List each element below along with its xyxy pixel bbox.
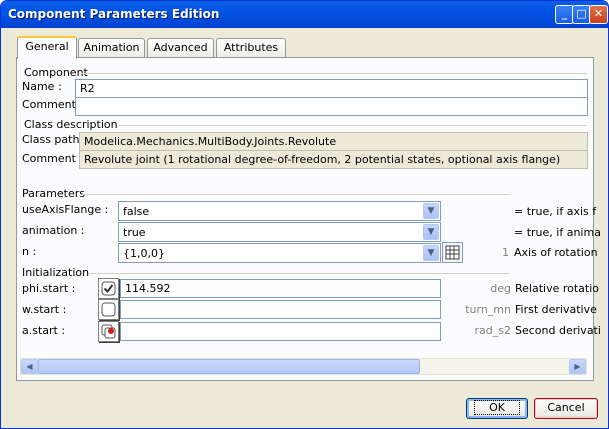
init-unit: deg [490, 282, 511, 295]
param-description: Axis of rotation [514, 246, 598, 259]
init-description: Second derivati [515, 324, 601, 337]
window-title: Component Parameters Edition [8, 7, 220, 21]
init-label: a.start : [22, 324, 66, 337]
tab-general[interactable]: General [17, 36, 77, 59]
class-path-label: Class path : [22, 133, 87, 146]
param-label: animation : [22, 224, 85, 237]
scroll-left-icon[interactable]: ◀ [21, 359, 38, 374]
n-select[interactable]: {1,0,0} ▼ [118, 243, 441, 263]
unchecked-icon[interactable] [98, 299, 119, 320]
tab-animation[interactable]: Animation [78, 38, 145, 58]
dropdown-arrow-icon[interactable]: ▼ [423, 245, 439, 261]
class-comment-field: Revolute joint (1 rotational degree-of-f… [79, 150, 588, 169]
comment-input[interactable] [75, 97, 588, 116]
param-description: = true, if axis f [514, 205, 597, 218]
animation-select[interactable]: true ▼ [118, 222, 441, 242]
scroll-right-icon[interactable]: ▶ [569, 359, 586, 374]
select-value: true [123, 226, 146, 239]
class-path-field: Modelica.Mechanics.MultiBody.Joints.Revo… [79, 132, 588, 151]
cancel-button[interactable]: Cancel [534, 398, 598, 419]
init-description: First derivative [515, 303, 597, 316]
ok-button-label: OK [474, 400, 520, 415]
dropdown-arrow-icon[interactable]: ▼ [423, 203, 439, 219]
init-label: w.start : [22, 303, 67, 316]
checked-icon[interactable] [98, 278, 119, 299]
init-description: Relative rotatio [515, 282, 600, 295]
param-unit: 1 [502, 246, 509, 259]
group-divider [119, 125, 587, 126]
w-start-input[interactable] [120, 300, 441, 319]
phi-start-input[interactable]: 114.592 [120, 279, 441, 298]
matrix-editor-icon[interactable] [442, 242, 463, 263]
init-unit: turn_mn [465, 303, 511, 316]
class-comment-label: Comment : [22, 152, 84, 165]
param-description: = true, if anima [514, 226, 601, 239]
select-value: {1,0,0} [123, 247, 165, 260]
close-button[interactable]: ✕ [589, 5, 608, 24]
group-divider [88, 273, 510, 274]
class-description-group-header: Class description [24, 118, 118, 131]
use-axis-flange-select[interactable]: false ▼ [118, 201, 441, 221]
init-label: phi.start : [22, 282, 76, 295]
title-bar[interactable]: Component Parameters Edition _ □ ✕ [1, 1, 608, 28]
param-label: useAxisFlange : [22, 203, 109, 216]
group-divider [82, 194, 510, 195]
dropdown-arrow-icon[interactable]: ▼ [423, 224, 439, 240]
group-divider [81, 73, 587, 74]
scroll-thumb[interactable] [38, 359, 420, 374]
param-label: n : [22, 245, 37, 258]
initialization-group-header: Initialization [22, 266, 90, 279]
select-value: false [123, 205, 150, 218]
fixed-state-icon[interactable] [98, 321, 119, 342]
horizontal-scrollbar[interactable]: ◀ ▶ [20, 358, 587, 375]
name-input[interactable]: R2 [75, 79, 588, 98]
a-start-input[interactable] [120, 322, 441, 341]
parameters-group-header: Parameters [22, 187, 85, 200]
name-label: Name : [22, 80, 62, 93]
component-parameters-dialog: Component Parameters Edition _ □ ✕ Gener… [0, 0, 609, 429]
tab-attributes[interactable]: Attributes [216, 38, 286, 58]
tab-advanced[interactable]: Advanced [147, 38, 214, 58]
init-unit: rad_s2 [474, 324, 511, 337]
ok-button[interactable]: OK [466, 398, 528, 419]
comment-label: Comment : [22, 98, 84, 111]
component-group-header: Component [24, 66, 88, 79]
